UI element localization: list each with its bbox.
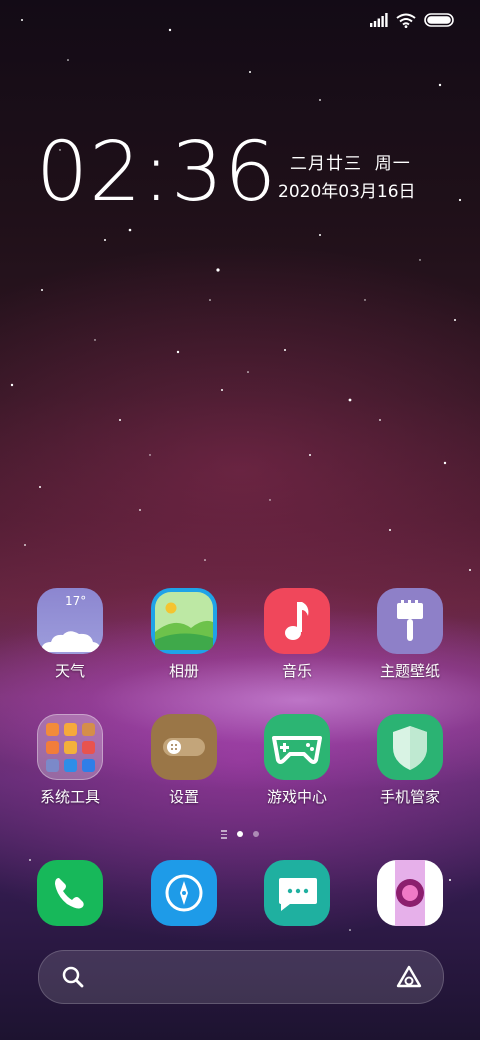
dock-messages[interactable] xyxy=(247,860,347,926)
wifi-icon xyxy=(396,13,416,28)
browser-compass-icon xyxy=(151,860,217,926)
calendar-date: 2020年03月16日 xyxy=(278,182,416,202)
status-bar xyxy=(370,10,454,30)
clock-time[interactable]: 02:36 xyxy=(36,128,277,218)
page-indicator[interactable] xyxy=(0,830,480,839)
battery-icon xyxy=(424,13,454,27)
gallery-icon xyxy=(151,588,217,654)
app-label: 手机管家 xyxy=(379,788,440,806)
camera-icon xyxy=(377,860,443,926)
weather-icon: 17° xyxy=(37,588,103,654)
app-themes[interactable]: 主题壁纸 xyxy=(360,588,460,680)
assistant-icon[interactable] xyxy=(395,964,423,990)
messages-icon xyxy=(264,860,330,926)
music-icon xyxy=(264,588,330,654)
app-security[interactable]: 手机管家 xyxy=(360,714,460,806)
app-label: 设置 xyxy=(168,788,199,806)
security-icon xyxy=(377,714,443,780)
themes-icon xyxy=(377,588,443,654)
app-label: 游戏中心 xyxy=(266,788,327,806)
app-gallery[interactable]: 相册 xyxy=(134,588,234,680)
phone-icon xyxy=(37,860,103,926)
app-settings[interactable]: 设置 xyxy=(134,714,234,806)
settings-icon xyxy=(151,714,217,780)
lunar-date: 二月廿三 周一 xyxy=(290,154,411,174)
app-label: 天气 xyxy=(54,662,85,680)
app-label: 音乐 xyxy=(281,662,312,680)
dock-phone[interactable] xyxy=(20,860,120,926)
page-dot xyxy=(253,831,259,838)
app-label: 主题壁纸 xyxy=(379,662,440,680)
date-block[interactable]: 二月廿三 周一 2020年03月16日 xyxy=(278,150,416,206)
cellular-signal-icon xyxy=(370,13,388,27)
app-weather[interactable]: 17° 天气 xyxy=(20,588,120,680)
app-label: 系统工具 xyxy=(39,788,100,806)
page-indicator-menu xyxy=(221,830,227,839)
app-label: 相册 xyxy=(168,662,199,680)
app-folder-system-tools[interactable]: 系统工具 xyxy=(20,714,120,806)
game-center-icon xyxy=(264,714,330,780)
search-icon[interactable] xyxy=(61,965,85,989)
search-bar[interactable] xyxy=(38,950,444,1004)
app-music[interactable]: 音乐 xyxy=(247,588,347,680)
app-game-center[interactable]: 游戏中心 xyxy=(247,714,347,806)
system-tools-folder-icon xyxy=(37,714,103,780)
dock-camera[interactable] xyxy=(360,860,460,926)
weather-temperature: 17° xyxy=(65,594,87,608)
page-dot-active xyxy=(237,831,243,838)
dock-browser[interactable] xyxy=(134,860,234,926)
